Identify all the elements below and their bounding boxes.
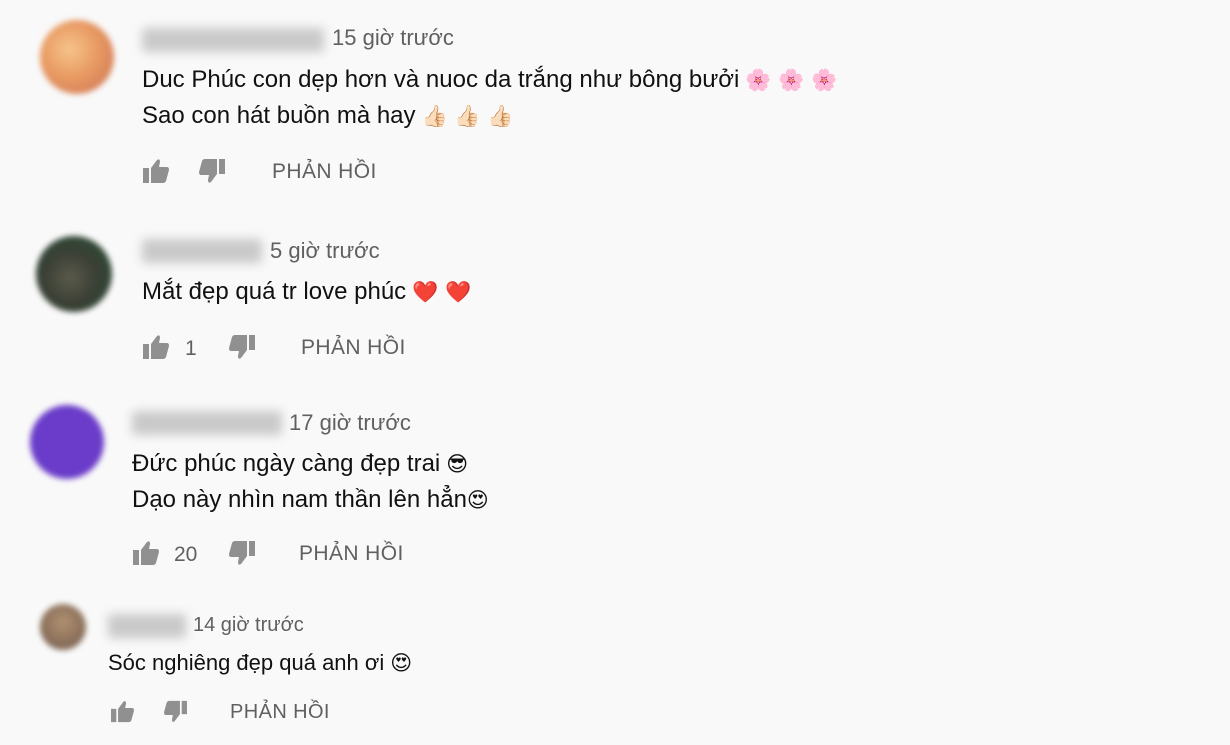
author-name[interactable] [108, 614, 186, 638]
thumbs-up-icon[interactable] [142, 158, 170, 184]
avatar[interactable] [30, 405, 104, 479]
thumbs-up-icon[interactable] [142, 334, 170, 360]
sunglasses-emoji: 😎 [446, 452, 469, 476]
comment-timestamp[interactable]: 17 giờ trước [289, 410, 411, 436]
comment-text-line: Duc Phúc con dẹp hơn và nuoc da trắng nh… [142, 66, 838, 93]
thumbs-down-icon[interactable] [198, 158, 226, 184]
author-name[interactable] [142, 28, 324, 52]
thumbs-up-emoji: 👍🏻 👍🏻 👍🏻 [421, 104, 514, 128]
reply-button[interactable]: PHẢN HỒI [272, 160, 377, 184]
avatar[interactable] [40, 20, 114, 94]
like-count: 20 [174, 543, 198, 566]
reply-button[interactable]: PHẢN HỒI [230, 701, 330, 724]
comment-timestamp[interactable]: 14 giờ trước [193, 614, 304, 637]
reply-button[interactable]: PHẢN HỒI [299, 542, 404, 566]
red-heart-emoji: ❤️ ❤️ [412, 280, 472, 304]
comment-text-line: Mắt đẹp quá tr love phúc ❤️ ❤️ [142, 278, 472, 305]
comment-text-line: Sóc nghiêng đẹp quá anh ơi 😍 [108, 650, 413, 675]
heart-eyes-emoji: 😍 [390, 651, 413, 675]
comment-text-line: Dạo này nhìn nam thần lên hẳn😍 [132, 486, 489, 513]
cherry-blossom-emoji: 🌸 🌸 🌸 [745, 68, 838, 92]
thumbs-down-icon[interactable] [228, 540, 256, 566]
avatar[interactable] [36, 236, 112, 312]
reply-button[interactable]: PHẢN HỒI [301, 336, 406, 360]
comment-timestamp[interactable]: 15 giờ trước [332, 25, 454, 51]
thumbs-up-icon[interactable] [110, 700, 135, 723]
comment-text-line: Sao con hát buồn mà hay 👍🏻 👍🏻 👍🏻 [142, 102, 514, 129]
thumbs-up-icon[interactable] [132, 540, 160, 566]
heart-eyes-emoji: 😍 [466, 488, 489, 512]
comment-text-line: Đức phúc ngày càng đẹp trai 😎 [132, 450, 469, 477]
thumbs-down-icon[interactable] [163, 700, 188, 723]
author-name[interactable] [142, 239, 262, 263]
like-count: 1 [185, 337, 197, 360]
comment-timestamp[interactable]: 5 giờ trước [270, 238, 380, 264]
author-name[interactable] [132, 411, 282, 435]
avatar[interactable] [40, 604, 86, 650]
thumbs-down-icon[interactable] [228, 334, 256, 360]
